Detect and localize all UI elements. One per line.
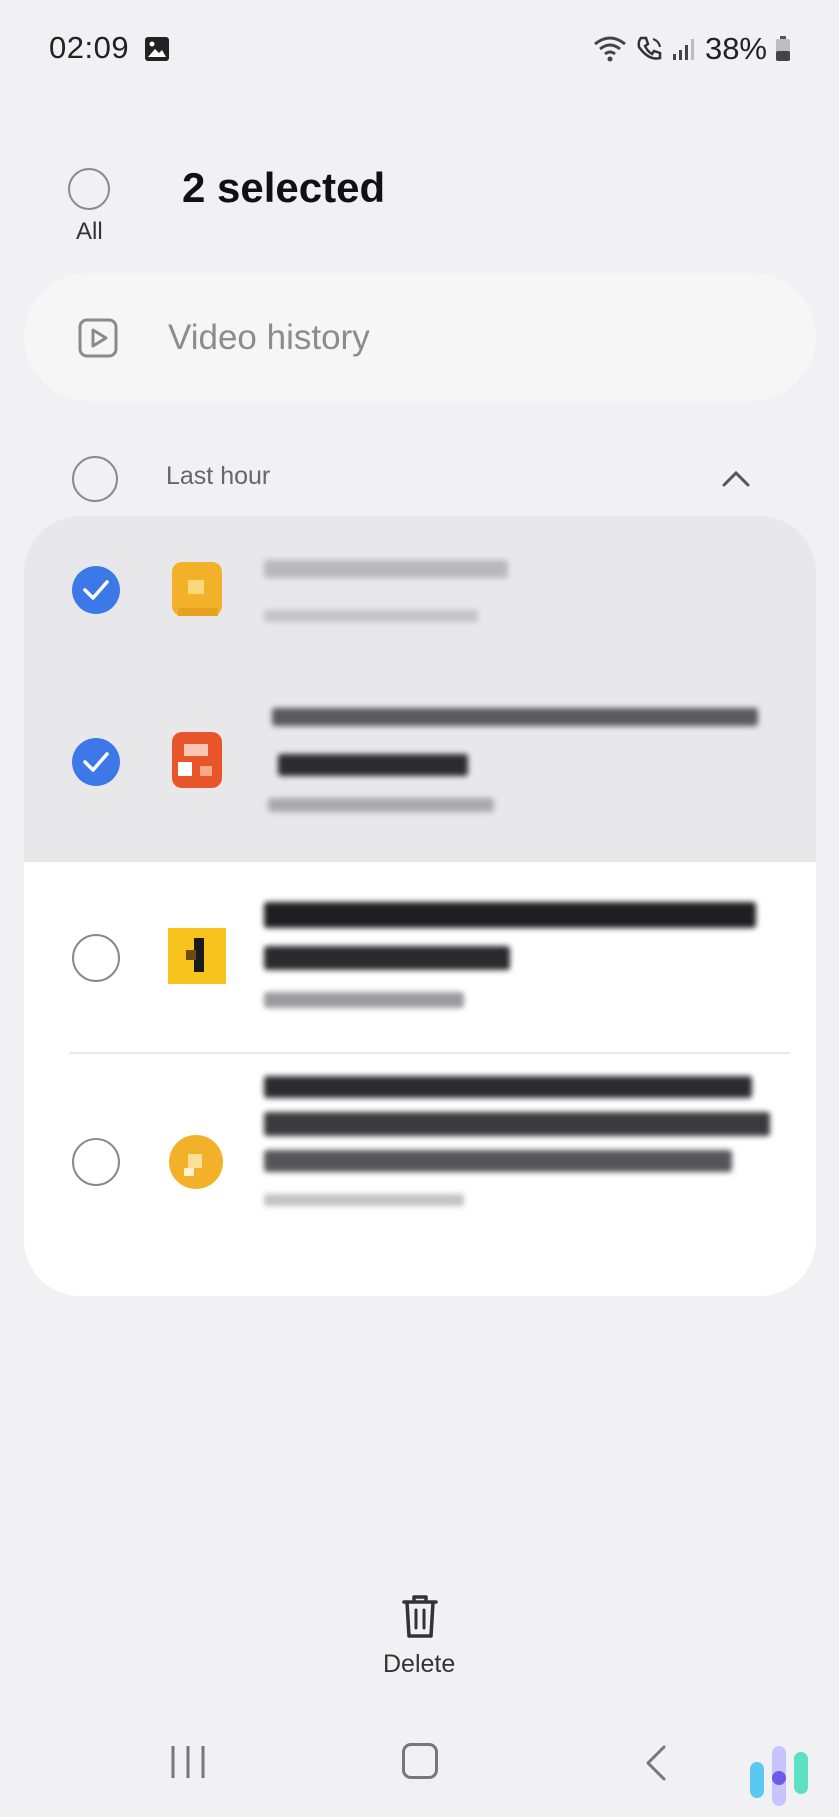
item-title-line — [264, 902, 756, 928]
recents-icon[interactable] — [168, 1744, 208, 1780]
item-title-line — [264, 1112, 770, 1136]
item-title-line — [264, 1076, 752, 1098]
watermark-logo-icon — [746, 1738, 816, 1808]
item-checkbox[interactable] — [72, 1138, 120, 1186]
search-bar[interactable] — [24, 273, 816, 401]
app-icon — [166, 926, 228, 986]
status-icons: 38% — [593, 30, 791, 68]
status-time: 02:09 — [49, 30, 130, 65]
trash-icon[interactable] — [398, 1592, 442, 1640]
wifi-call-icon — [635, 35, 663, 63]
home-icon[interactable] — [402, 1743, 438, 1779]
image-icon — [144, 36, 170, 62]
item-title-line — [264, 1150, 732, 1172]
video-history-icon — [78, 318, 118, 358]
item-title — [264, 560, 508, 578]
group-label: Last hour — [166, 462, 271, 490]
list-item[interactable] — [24, 516, 816, 666]
select-all-checkbox[interactable] — [68, 168, 110, 210]
list-item[interactable] — [24, 1054, 816, 1296]
item-checkbox[interactable] — [72, 934, 120, 982]
item-subtitle — [264, 610, 478, 622]
select-all-label[interactable]: All — [76, 218, 103, 246]
app-icon — [170, 560, 226, 620]
item-title-line — [278, 754, 468, 776]
wifi-icon — [593, 35, 627, 63]
battery-icon — [775, 36, 791, 62]
search-input[interactable]: Video history — [168, 318, 370, 358]
selected-count-title: 2 selected — [182, 164, 386, 211]
item-checkbox-checked[interactable] — [72, 738, 120, 786]
list-item[interactable] — [24, 666, 816, 862]
delete-button[interactable]: Delete — [383, 1650, 455, 1679]
item-checkbox-checked[interactable] — [72, 566, 120, 614]
app-icon — [166, 1132, 228, 1192]
signal-icon — [671, 36, 697, 62]
item-title-line — [272, 708, 758, 726]
history-list — [24, 516, 816, 1296]
chevron-up-icon[interactable] — [720, 466, 752, 490]
battery-percentage: 38% — [704, 31, 767, 66]
item-subtitle — [264, 992, 464, 1008]
list-item[interactable] — [24, 862, 816, 1052]
item-title-line — [264, 946, 510, 970]
item-subtitle — [268, 798, 494, 812]
app-icon — [170, 730, 226, 790]
back-icon[interactable] — [644, 1744, 668, 1782]
item-subtitle — [264, 1194, 464, 1206]
group-select-checkbox[interactable] — [72, 456, 118, 502]
